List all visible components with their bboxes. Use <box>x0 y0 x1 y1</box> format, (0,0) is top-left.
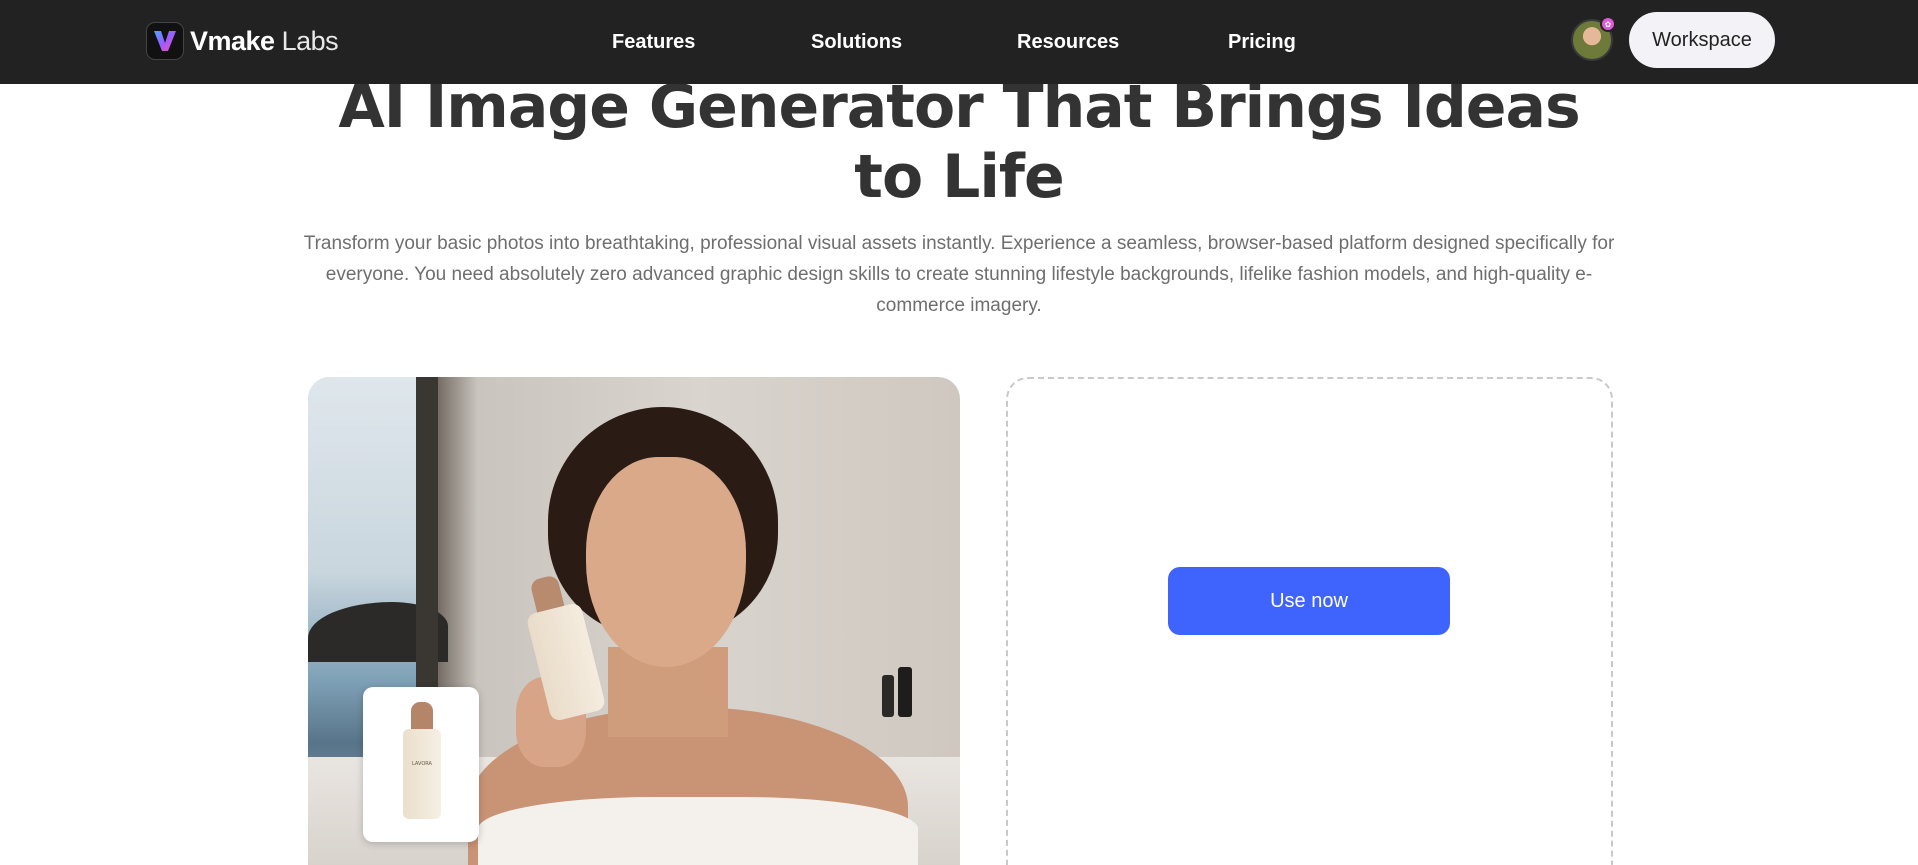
vmake-logo[interactable]: Vmake Labs <box>146 21 339 61</box>
nav-resources[interactable]: Resources <box>1017 31 1228 54</box>
nav-links: Features Solutions Resources Pricing <box>612 0 1296 84</box>
vmake-logo-icon <box>146 22 184 60</box>
model-face <box>586 457 746 667</box>
brand-name: Vmake Labs <box>190 25 339 57</box>
nav-solutions[interactable]: Solutions <box>811 31 1017 54</box>
use-now-button[interactable]: Use now <box>1168 567 1450 635</box>
shelf-bottle <box>882 675 894 717</box>
thumbnail-bottle <box>403 729 441 819</box>
brand-bold: Vmake <box>190 25 275 56</box>
page-subtitle: Transform your basic photos into breatht… <box>303 233 1615 316</box>
thumbnail-product-label: LAVORA <box>412 761 432 767</box>
shelf-bottle <box>898 667 912 717</box>
example-image: LAVORA <box>308 377 960 865</box>
robe <box>478 797 918 865</box>
nav-pricing[interactable]: Pricing <box>1228 31 1296 54</box>
page-title: AI Image Generator That Brings Ideas to … <box>0 72 1918 212</box>
workspace-button[interactable]: Workspace <box>1629 12 1775 68</box>
top-navigation: Vmake Labs Features Solutions Resources … <box>0 0 1918 84</box>
gift-icon: ✿ <box>1600 16 1616 32</box>
title-line-2: to Life <box>854 142 1064 212</box>
brand-light: Labs <box>281 25 339 56</box>
product-thumbnail: LAVORA <box>363 687 479 842</box>
nav-features[interactable]: Features <box>612 31 811 54</box>
